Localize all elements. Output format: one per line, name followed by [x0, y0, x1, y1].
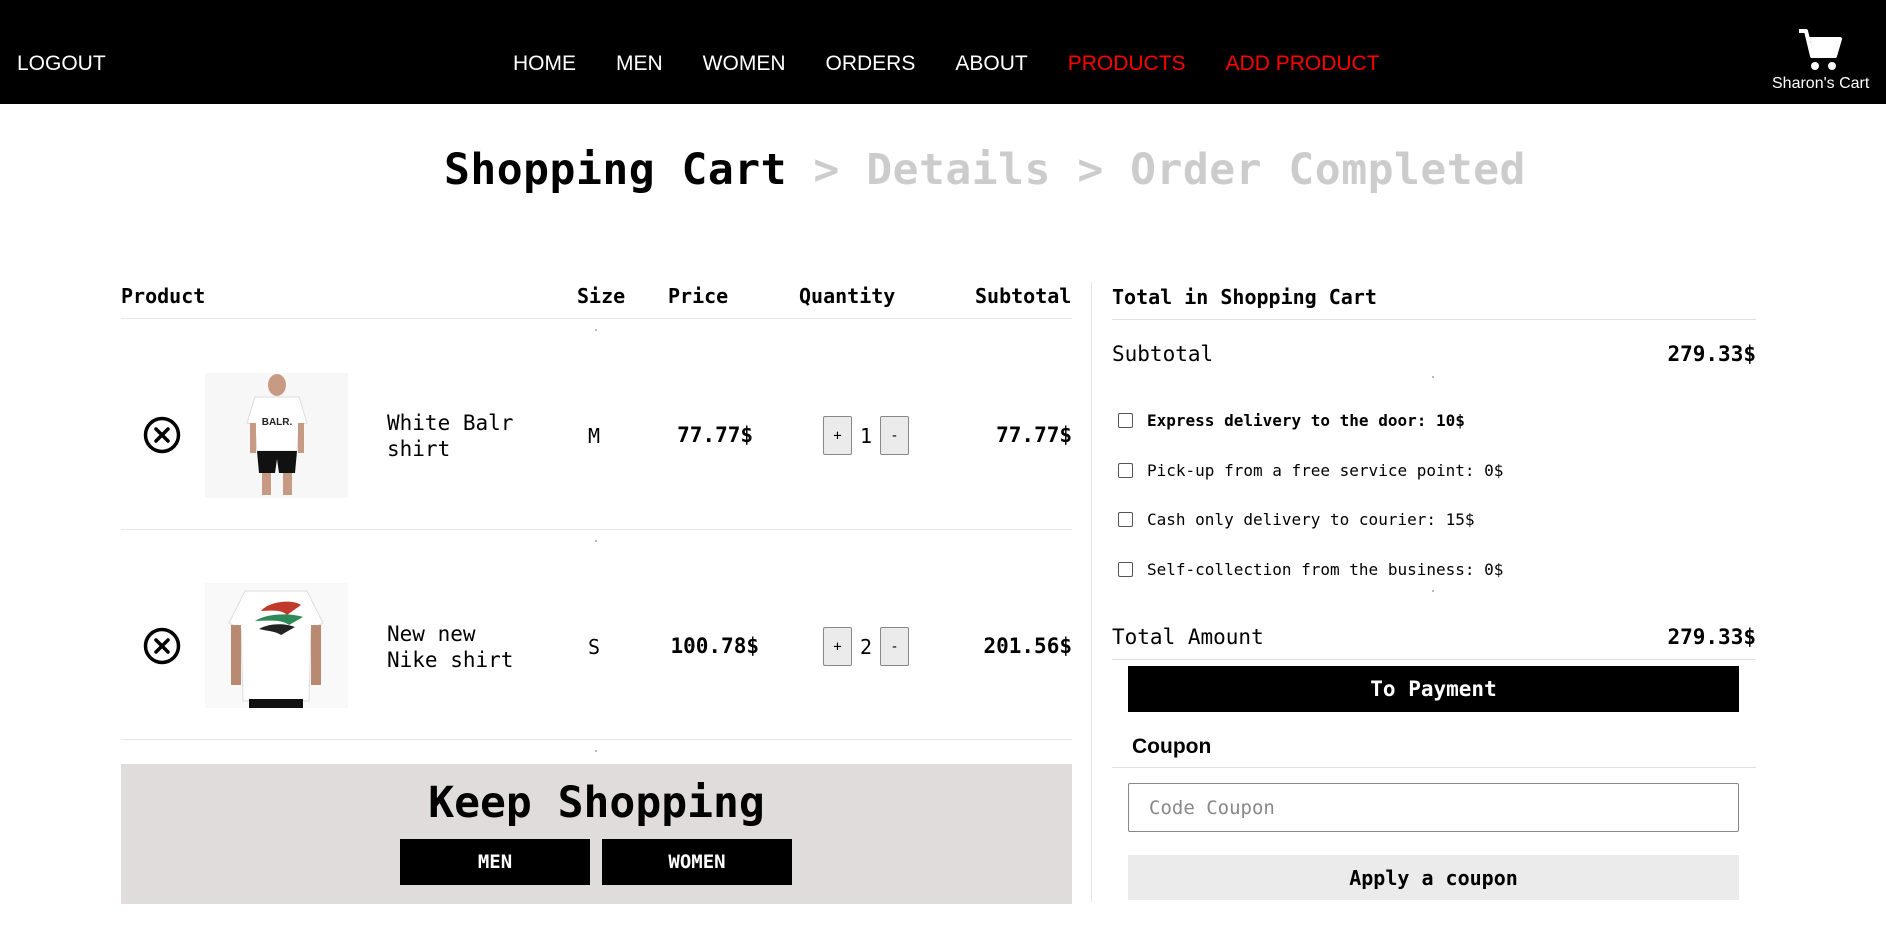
header-price: Price — [668, 284, 729, 308]
top-navbar: LOGOUT HOME MEN WOMEN ORDERS ABOUT PRODU… — [0, 0, 1886, 104]
product-name[interactable]: New new Nike shirt — [387, 621, 537, 673]
shop-women-button[interactable]: WOMEN — [602, 839, 792, 885]
nav-home-link[interactable]: HOME — [513, 52, 576, 76]
row-divider — [121, 529, 1072, 530]
total-amount-value: 279.33$ — [1667, 625, 1756, 649]
delivery-option-cash[interactable]: Cash only delivery to courier: 15$ — [1118, 510, 1475, 529]
divider-dot — [595, 540, 597, 542]
product-image[interactable]: BALR. — [205, 373, 348, 498]
product-size: M — [588, 424, 601, 448]
subtotal-value: 279.33$ — [1667, 342, 1756, 366]
summary-divider — [1112, 659, 1756, 660]
self-collection-checkbox[interactable] — [1118, 562, 1133, 577]
nav-men-link[interactable]: MEN — [616, 52, 663, 76]
summary-title: Total in Shopping Cart — [1112, 285, 1377, 309]
pickup-label: Pick-up from a free service point: 0$ — [1147, 461, 1504, 480]
keep-shopping-title: Keep Shopping — [428, 778, 765, 828]
column-divider — [1091, 282, 1092, 902]
row-subtotal: 201.56$ — [983, 634, 1072, 658]
cash-delivery-checkbox[interactable] — [1118, 512, 1133, 527]
summary-divider — [1112, 319, 1756, 320]
product-name[interactable]: White Balr shirt — [387, 410, 537, 462]
header-subtotal: Subtotal — [975, 284, 1072, 308]
quantity-increase-button[interactable]: + — [823, 416, 852, 455]
nav-about-link[interactable]: ABOUT — [955, 52, 1027, 76]
shop-men-button[interactable]: MEN — [400, 839, 590, 885]
product-size: S — [588, 635, 601, 659]
coupon-title: Coupon — [1132, 735, 1212, 758]
checkout-steps: Shopping Cart > Details > Order Complete… — [444, 145, 1526, 195]
express-delivery-label: Express delivery to the door: 10$ — [1147, 411, 1465, 430]
product-image[interactable] — [205, 583, 348, 708]
row-subtotal: 77.77$ — [996, 423, 1072, 447]
divider-dot — [1432, 376, 1434, 378]
to-payment-button[interactable]: To Payment — [1128, 666, 1739, 712]
svg-text:BALR.: BALR. — [262, 417, 293, 428]
nav-orders-link[interactable]: ORDERS — [826, 52, 916, 76]
step-remaining: > Details > Order Completed — [787, 145, 1526, 195]
subtotal-label: Subtotal — [1112, 342, 1214, 366]
nav-add-product-link[interactable]: ADD PRODUCT — [1226, 52, 1380, 76]
total-amount-label: Total Amount — [1112, 625, 1264, 649]
logout-link[interactable]: LOGOUT — [17, 52, 106, 76]
delivery-option-self-collection[interactable]: Self-collection from the business: 0$ — [1118, 560, 1503, 579]
self-collection-label: Self-collection from the business: 0$ — [1147, 560, 1504, 579]
table-divider — [121, 318, 1072, 319]
row-divider — [121, 739, 1072, 740]
header-product: Product — [121, 284, 206, 308]
header-size: Size — [577, 284, 626, 308]
main-nav: HOME MEN WOMEN ORDERS ABOUT PRODUCTS ADD… — [513, 52, 1380, 76]
coupon-divider — [1112, 767, 1756, 768]
divider-dot — [595, 750, 597, 752]
delivery-option-express[interactable]: Express delivery to the door: 10$ — [1118, 411, 1465, 430]
express-delivery-checkbox[interactable] — [1118, 413, 1133, 428]
product-price: 100.78$ — [670, 634, 759, 658]
shopping-cart-icon[interactable] — [1797, 28, 1843, 72]
nav-products-link[interactable]: PRODUCTS — [1068, 52, 1186, 76]
apply-coupon-button[interactable]: Apply a coupon — [1128, 855, 1739, 900]
step-shopping-cart: Shopping Cart — [444, 145, 788, 195]
header-quantity: Quantity — [799, 284, 896, 308]
divider-dot — [595, 329, 597, 331]
cash-delivery-label: Cash only delivery to courier: 15$ — [1147, 510, 1475, 529]
pickup-checkbox[interactable] — [1118, 463, 1133, 478]
coupon-code-input[interactable] — [1128, 783, 1739, 832]
remove-circle-x-icon[interactable] — [143, 627, 181, 665]
quantity-value: 2 — [859, 635, 873, 659]
cart-owner-label[interactable]: Sharon's Cart — [1772, 75, 1869, 93]
quantity-value: 1 — [859, 424, 873, 448]
delivery-option-pickup[interactable]: Pick-up from a free service point: 0$ — [1118, 461, 1503, 480]
quantity-decrease-button[interactable]: - — [880, 416, 909, 455]
quantity-decrease-button[interactable]: - — [880, 627, 909, 666]
divider-dot — [1432, 590, 1434, 592]
remove-circle-x-icon[interactable] — [143, 416, 181, 454]
product-price: 77.77$ — [677, 423, 753, 447]
quantity-increase-button[interactable]: + — [823, 627, 852, 666]
nav-women-link[interactable]: WOMEN — [703, 52, 786, 76]
keep-shopping-panel: Keep Shopping MEN WOMEN — [121, 764, 1072, 904]
